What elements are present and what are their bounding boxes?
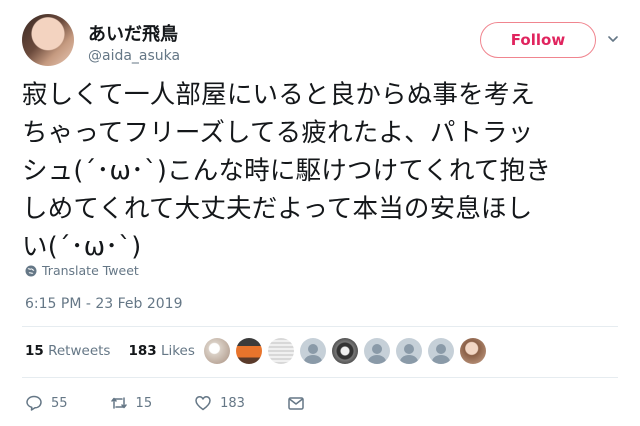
user-handle[interactable]: @aida_asuka: [88, 48, 180, 64]
liker-avatar[interactable]: [460, 338, 486, 364]
engagement-stats: 15 Retweets 183 Likes: [25, 343, 195, 359]
liker-avatar[interactable]: [204, 338, 230, 364]
liker-avatar[interactable]: [236, 338, 262, 364]
avatar[interactable]: [22, 14, 74, 66]
heart-icon: [195, 396, 211, 411]
tweet-text: 寂しくて一人部屋にいると良からぬ事を考え ちゃってフリーズしてる疲れたよ、パトラ…: [22, 80, 552, 262]
retweet-button[interactable]: 15: [110, 394, 153, 412]
direct-message-button[interactable]: [287, 394, 305, 412]
globe-icon: [25, 265, 37, 276]
divider: [22, 326, 618, 327]
liker-avatar[interactable]: [332, 338, 358, 364]
retweets-stat[interactable]: 15 Retweets: [25, 343, 110, 359]
chevron-down-icon[interactable]: [608, 34, 618, 44]
liker-avatars: [204, 338, 486, 364]
timestamp[interactable]: 6:15 PM - 23 Feb 2019: [25, 296, 183, 312]
display-name[interactable]: あいだ飛鳥: [88, 20, 178, 46]
likes-label: Likes: [160, 343, 195, 359]
translate-label: Translate Tweet: [42, 263, 139, 278]
translate-tweet-link[interactable]: Translate Tweet: [25, 263, 139, 278]
retweet-count: 15: [135, 395, 153, 411]
likes-count: 183: [128, 343, 157, 359]
liker-avatar[interactable]: [268, 338, 294, 364]
likes-stat[interactable]: 183 Likes: [128, 343, 194, 359]
retweet-icon: [110, 397, 127, 409]
retweets-count: 15: [25, 343, 44, 359]
liker-avatar[interactable]: [396, 338, 422, 364]
reply-icon: [26, 395, 42, 411]
reply-button[interactable]: 55: [25, 394, 68, 412]
liker-avatar[interactable]: [300, 338, 326, 364]
reply-count: 55: [51, 395, 68, 411]
action-bar: 55 15 183: [25, 394, 347, 412]
divider: [22, 377, 618, 378]
retweets-label: Retweets: [48, 343, 111, 359]
liker-avatar[interactable]: [428, 338, 454, 364]
liker-avatar[interactable]: [364, 338, 390, 364]
follow-button[interactable]: Follow: [480, 22, 596, 58]
like-button[interactable]: 183: [194, 394, 245, 412]
envelope-icon: [288, 397, 304, 410]
like-count: 183: [220, 395, 245, 411]
